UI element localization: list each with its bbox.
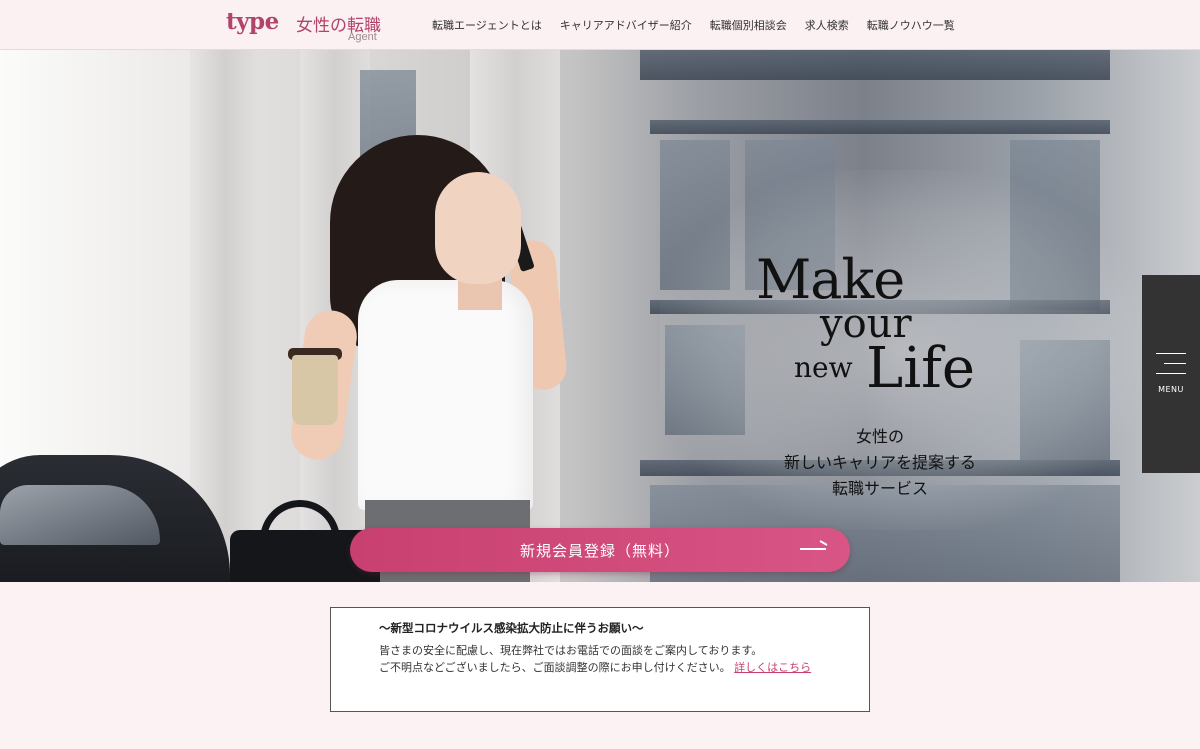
blouse	[358, 280, 533, 510]
tagline-line-3a: new	[794, 351, 853, 384]
side-menu-button[interactable]: MENU	[1142, 275, 1200, 473]
notice-line-text: ご不明点などございましたら、ご面談調整の際にお申し付けください。	[379, 661, 731, 674]
building-band	[640, 50, 1110, 80]
notice-line: 皆さまの安全に配慮し、現在弊社ではお電話での面談をご案内しております。	[379, 644, 763, 657]
notice-section: 〜新型コロナウイルス感染拡大防止に伴うお願い〜 皆さまの安全に配慮し、現在弊社で…	[0, 582, 1200, 749]
tagline-line-3b: Life	[866, 336, 975, 401]
hero-subcopy: 女性の 新しいキャリアを提案する 転職サービス	[770, 424, 990, 502]
coffee-cup	[292, 355, 338, 425]
nav-item-advisors[interactable]: キャリアアドバイザー紹介	[560, 17, 692, 33]
arrow-right-icon	[800, 548, 826, 550]
nav-item-consultation[interactable]: 転職個別相談会	[710, 17, 787, 33]
notice-title: 〜新型コロナウイルス感染拡大防止に伴うお願い〜	[379, 621, 644, 635]
nav-item-knowhow[interactable]: 転職ノウハウ一覧	[867, 17, 955, 33]
nav-item-about-agent[interactable]: 転職エージェントとは	[432, 17, 542, 33]
nav-item-job-search[interactable]: 求人検索	[805, 17, 849, 33]
covid-notice-box: 〜新型コロナウイルス感染拡大防止に伴うお願い〜 皆さまの安全に配慮し、現在弊社で…	[330, 607, 870, 712]
subcopy-line: 女性の	[855, 427, 904, 446]
register-button[interactable]: 新規会員登録（無料）	[350, 528, 850, 572]
logo-agent-text: Agent	[348, 31, 377, 43]
global-nav: 転職エージェントとは キャリアアドバイザー紹介 転職個別相談会 求人検索 転職ノ…	[432, 17, 973, 33]
site-logo[interactable]: type 女性の転職 Agent	[226, 8, 396, 46]
details-link[interactable]: 詳しくはこちら	[734, 661, 811, 674]
face	[435, 172, 521, 284]
notice-line: ご不明点などございましたら、ご面談調整の際にお申し付けください。 詳しくはこちら	[379, 659, 819, 676]
logo-type-text: type	[226, 8, 279, 35]
subcopy-line: 転職サービス	[831, 479, 928, 498]
subcopy-line: 新しいキャリアを提案する	[783, 453, 976, 472]
hamburger-icon	[1156, 353, 1186, 375]
register-button-label: 新規会員登録（無料）	[519, 541, 680, 560]
woman-photo	[230, 130, 600, 582]
car-window	[0, 485, 160, 545]
site-header: type 女性の転職 Agent 転職エージェントとは キャリアアドバイザー紹介…	[0, 0, 1200, 50]
menu-label: MENU	[1158, 385, 1184, 394]
hero-section: Make your new Life 女性の 新しいキャリアを提案する 転職サー…	[0, 50, 1200, 582]
building-band	[650, 120, 1110, 134]
